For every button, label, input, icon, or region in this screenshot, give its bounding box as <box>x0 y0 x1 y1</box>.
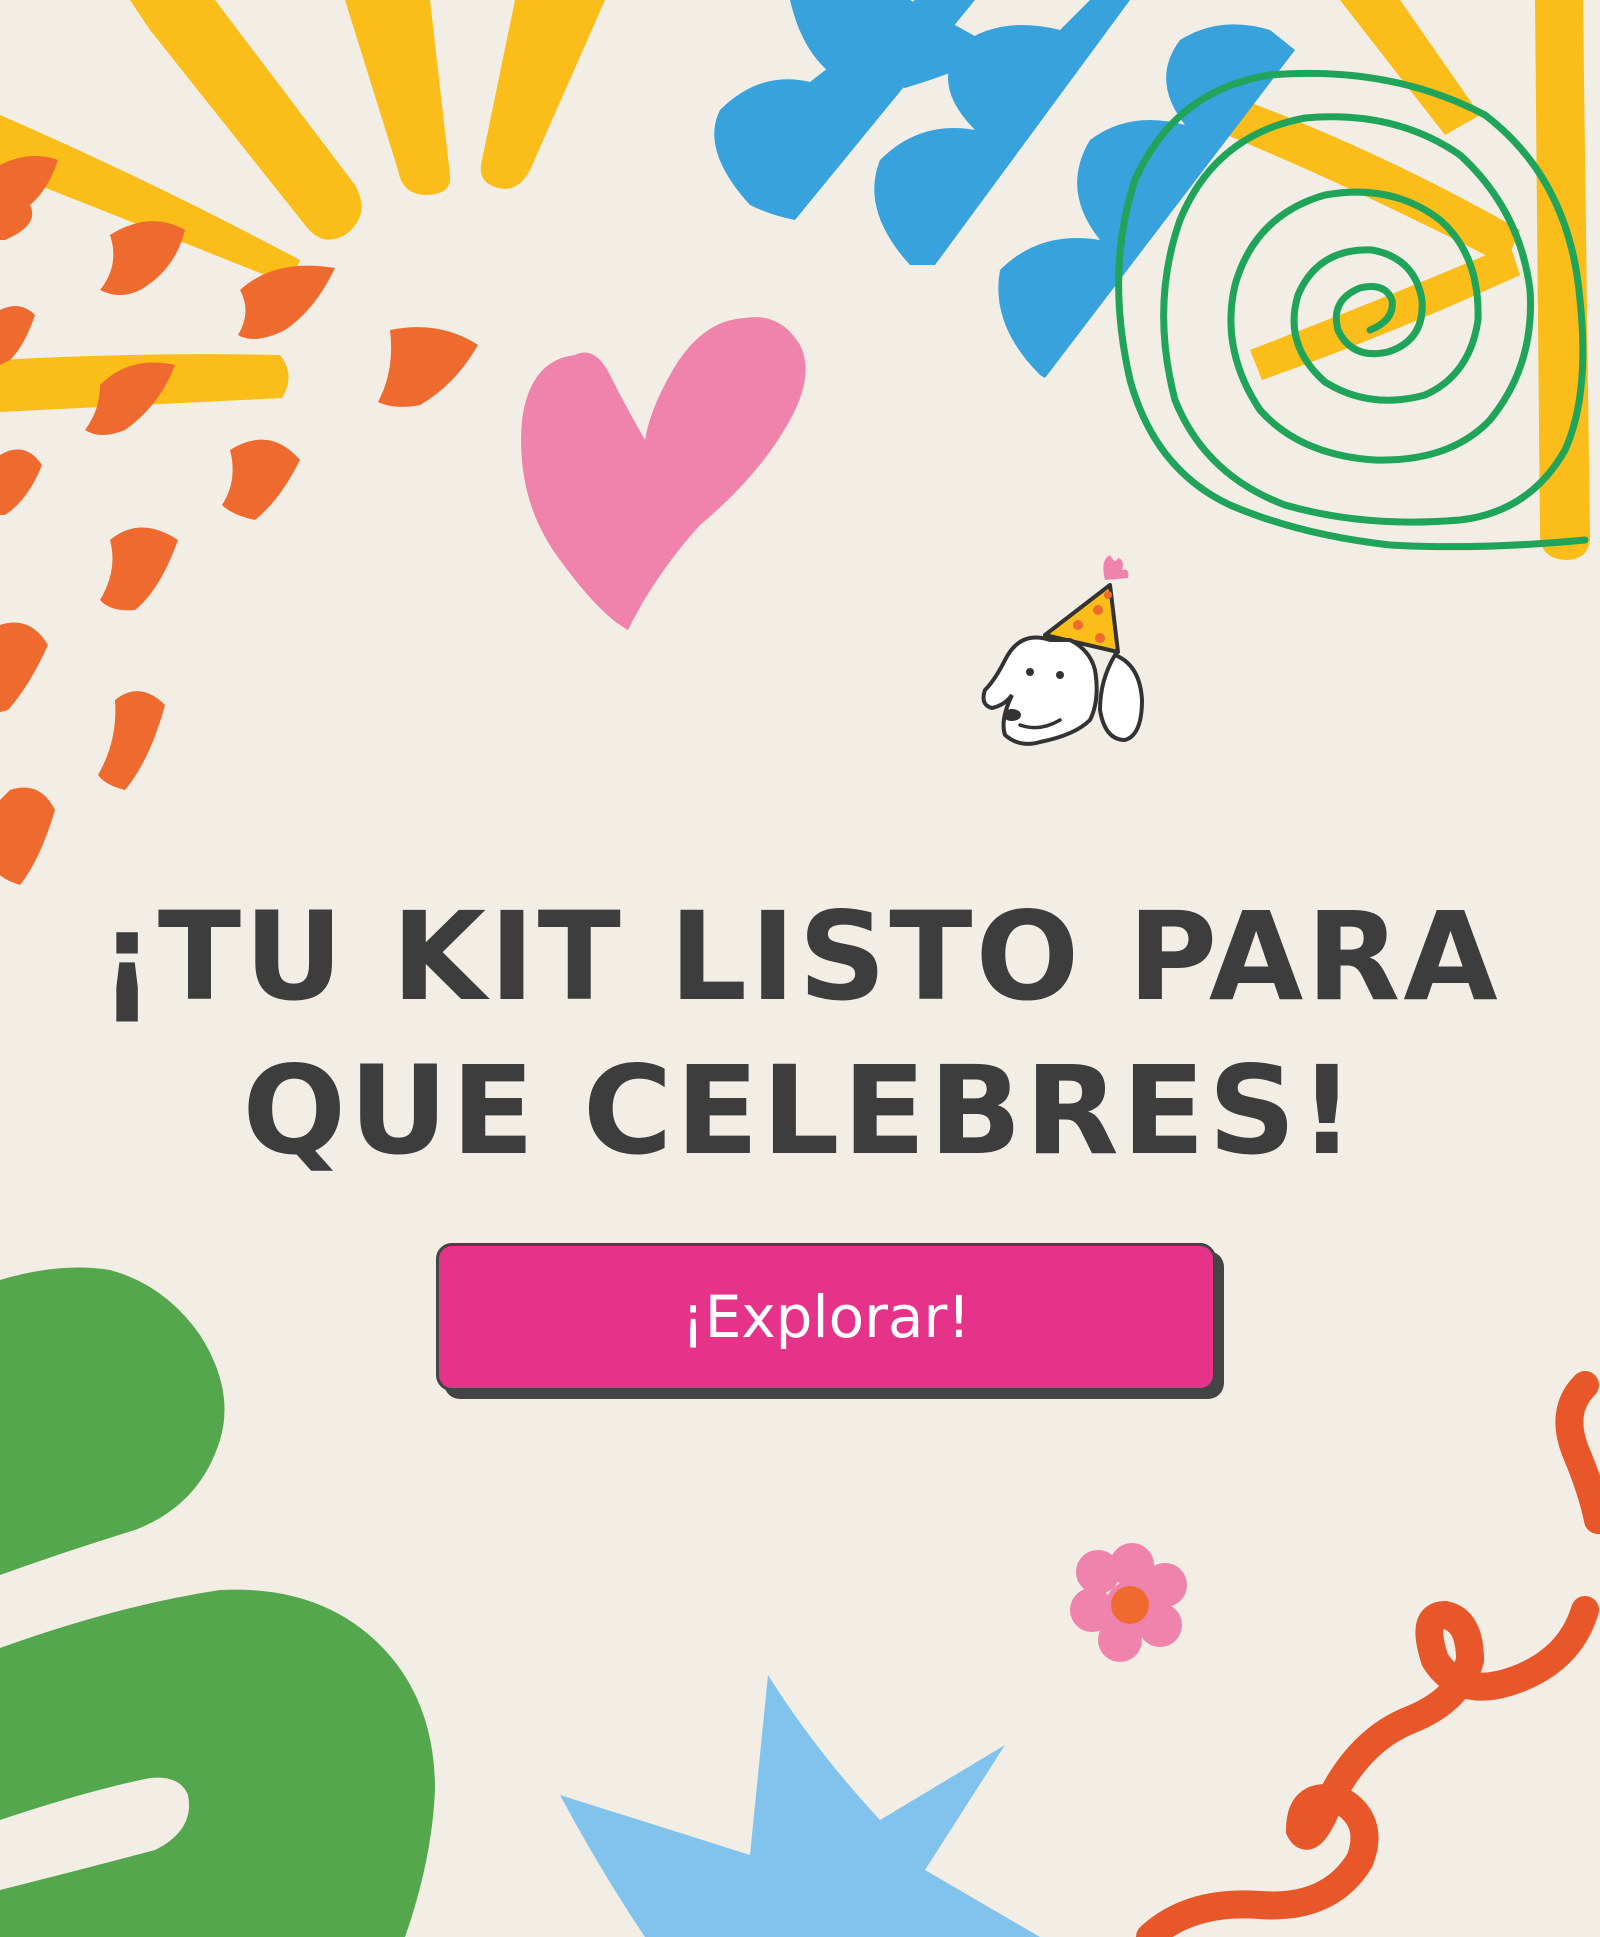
confetti-icon <box>0 156 478 885</box>
party-dog-icon <box>981 555 1145 746</box>
cta-wrapper: ¡Explorar! <box>436 1243 1224 1399</box>
swirl-icon <box>1555 1371 1600 1534</box>
blob-icon <box>0 1267 435 1937</box>
cloud-icon <box>714 0 1295 378</box>
headline: ¡TU KIT LISTO PARA QUE CELEBRES! <box>60 880 1540 1188</box>
swirl-icon <box>1136 1596 1599 1937</box>
star-icon <box>560 1675 1040 1937</box>
flower-icon <box>1070 1543 1187 1662</box>
heart-icon <box>521 317 806 630</box>
explore-button[interactable]: ¡Explorar! <box>436 1243 1216 1391</box>
headline-line-2: QUE CELEBRES! <box>242 1040 1358 1182</box>
headline-line-1: ¡TU KIT LISTO PARA <box>99 886 1501 1028</box>
